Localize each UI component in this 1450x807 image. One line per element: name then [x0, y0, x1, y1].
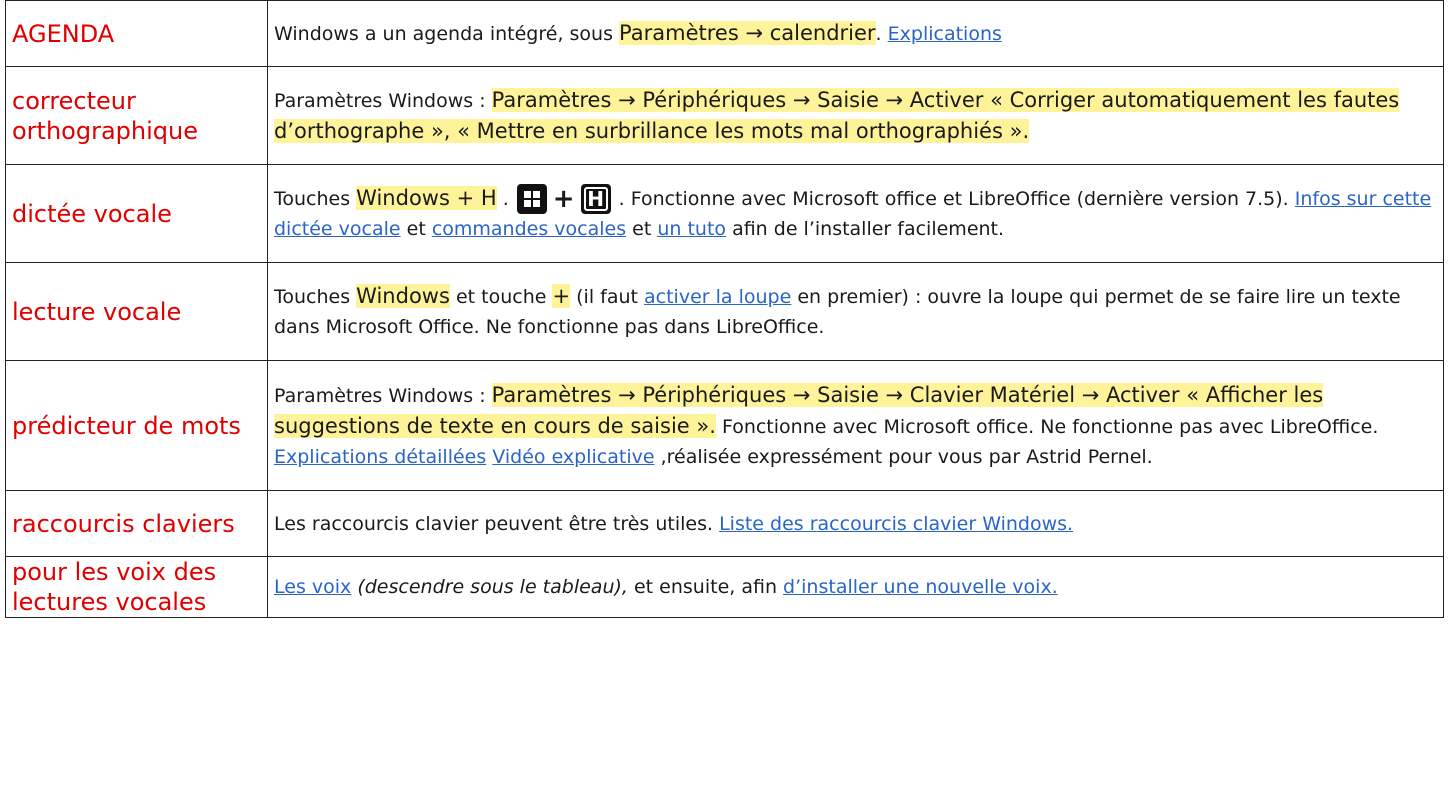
link[interactable]: d’installer une nouvelle voix. — [783, 576, 1058, 598]
text: Touches — [274, 187, 357, 210]
row-label: lecture vocale — [5, 262, 268, 361]
text: afin de l’installer facilement. — [726, 218, 1005, 241]
link[interactable]: Vidéo explicative — [492, 446, 654, 468]
text: et — [400, 218, 432, 241]
plus-sign: + — [552, 184, 575, 215]
text: Touches — [274, 286, 357, 308]
text: et ensuite, afin — [627, 576, 784, 598]
text: Les raccourcis clavier peuvent être très… — [274, 512, 720, 535]
row-label: correcteur orthographique — [5, 66, 268, 165]
text: (il faut — [570, 286, 645, 308]
text: . — [875, 23, 888, 45]
text: et touche — [449, 286, 553, 308]
row-label: pour les voix des lectures vocales — [5, 556, 268, 618]
tools-table: AGENDA Windows a un agenda intégré, sous … — [5, 0, 1444, 618]
table-row: pour les voix des lectures vocales Les vo… — [5, 556, 1444, 618]
text: Fonctionne avec Microsoft office. Ne fon… — [715, 415, 1379, 438]
highlighted-path: Windows — [356, 284, 450, 308]
italic-note: (descendre sous le tableau), — [357, 576, 628, 598]
table-row: dictée vocale Touches Windows + H . + H . … — [5, 164, 1444, 263]
text: Paramètres Windows : — [274, 89, 492, 112]
table-row: AGENDA Windows a un agenda intégré, sous … — [5, 0, 1444, 67]
highlighted-path: Paramètres → calendrier — [619, 21, 876, 45]
text: et — [626, 218, 658, 241]
row-description: Paramètres Windows : Paramètres → Périph… — [267, 360, 1444, 491]
table-row: correcteur orthographique Paramètres Wind… — [5, 66, 1444, 165]
link[interactable]: Explications détaillées — [274, 446, 486, 468]
highlighted-path: Windows + H — [356, 185, 497, 210]
row-description: Les voix (descendre sous le tableau), et… — [267, 556, 1444, 618]
h-key-icon: H — [580, 184, 611, 215]
text: ,réalisée expressément pour vous par Ast… — [654, 445, 1153, 468]
tools-table-body: AGENDA Windows a un agenda intégré, sous … — [5, 0, 1444, 618]
text: Windows a un agenda intégré, sous — [274, 23, 620, 45]
table-row: prédicteur de mots Paramètres Windows : P… — [5, 360, 1444, 491]
row-description: Touches Windows + H . + H . Fonctionne av… — [267, 164, 1444, 263]
row-label: dictée vocale — [5, 164, 268, 263]
link[interactable]: Explications — [888, 23, 1002, 45]
link[interactable]: Liste des raccourcis clavier Windows. — [719, 513, 1073, 535]
row-description: Windows a un agenda intégré, sous Paramè… — [267, 0, 1444, 67]
windows-key-icon — [516, 184, 547, 215]
text: . Fonctionne avec Microsoft office et Li… — [612, 187, 1295, 210]
row-label: AGENDA — [5, 0, 268, 67]
link[interactable]: commandes vocales — [432, 218, 626, 240]
row-description: Les raccourcis clavier peuvent être très… — [267, 490, 1444, 557]
link[interactable]: un tuto — [657, 218, 726, 240]
highlighted-path: + — [552, 284, 571, 308]
table-row: raccourcis claviers Les raccourcis clavie… — [5, 490, 1444, 557]
row-label: prédicteur de mots — [5, 360, 268, 491]
link[interactable]: activer la loupe — [644, 286, 791, 308]
text: . — [496, 187, 515, 210]
row-description: Paramètres Windows : Paramètres → Périph… — [267, 66, 1444, 165]
table-row: lecture vocale Touches Windows et touche … — [5, 262, 1444, 361]
text: Paramètres Windows : — [274, 384, 492, 407]
row-description: Touches Windows et touche + (il faut act… — [267, 262, 1444, 361]
link[interactable]: Les voix — [274, 576, 351, 598]
h-key-label: H — [583, 187, 608, 212]
row-label: raccourcis claviers — [5, 490, 268, 557]
